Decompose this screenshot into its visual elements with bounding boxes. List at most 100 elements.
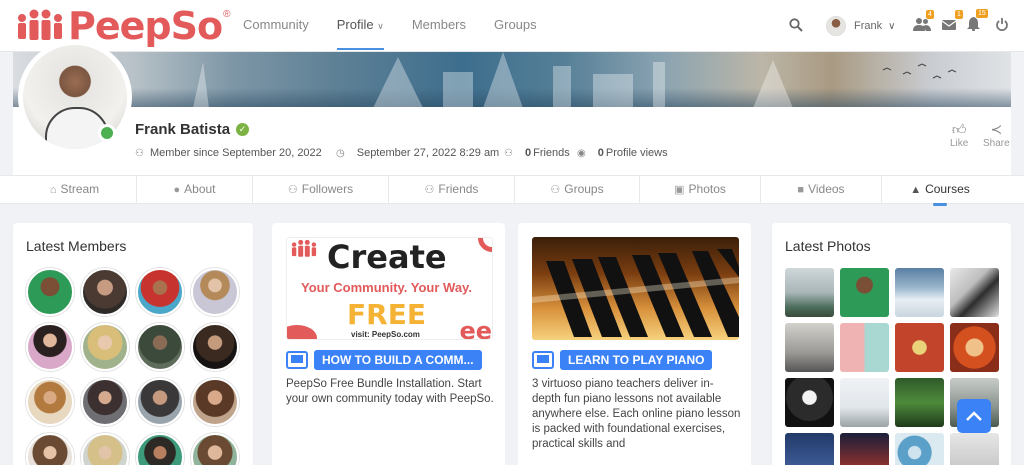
logo-text: PeepSo [68,4,223,48]
tab-photos-label: Photos [688,182,726,196]
tab-courses-label: Courses [925,182,970,196]
tab-stream-label: Stream [60,182,100,196]
user-circle-icon: ● [173,184,181,196]
photo-thumbnail[interactable] [895,323,944,372]
photo-thumbnail[interactable] [950,268,999,317]
tab-stream[interactable]: ⌂ Stream [13,176,137,204]
photo-thumbnail[interactable] [840,433,889,465]
search-icon[interactable] [789,18,803,32]
users-icon: ⚇ [504,147,513,159]
chevron-down-icon: ∨ [888,20,896,32]
member-avatar[interactable] [26,378,74,426]
member-avatar[interactable] [136,323,184,371]
member-avatar[interactable] [26,433,74,465]
member-avatar[interactable] [26,323,74,371]
tab-about[interactable]: ● About [137,176,253,204]
photo-thumbnail[interactable] [785,268,834,317]
photo-thumbnail[interactable] [950,323,999,372]
member-avatar[interactable] [191,378,239,426]
photo-thumbnail[interactable] [840,378,889,427]
tab-videos-label: Videos [808,182,845,196]
member-avatar[interactable] [81,268,129,316]
tab-friends[interactable]: ⚇ Friends [389,176,515,204]
groups-icon: ⚇ [550,184,561,196]
profile-name: Frank Batista [135,121,231,138]
tab-courses[interactable]: ▲ Courses [882,176,998,206]
member-since-text: Member since September 20, 2022 [149,147,322,159]
member-avatar[interactable] [191,433,239,465]
messages-badge: 1 [955,10,963,19]
online-status-dot [98,124,116,142]
cover-photo [13,52,1011,108]
share-button[interactable]: ≺ Share [983,121,1010,149]
decor-arc [287,325,317,339]
photo-thumbnail[interactable] [950,433,999,465]
tab-groups-label: Groups [564,182,604,196]
course-tag-label: HOW TO BUILD A COMM... [314,350,482,370]
member-avatar[interactable] [26,268,74,316]
like-button[interactable]: 👍︎ Like [950,121,968,149]
laptop-icon [286,351,308,369]
thumbs-up-icon: 👍︎ [951,121,967,137]
course-thumbnail[interactable]: Create Your Community. Your Way. FREE vi… [286,237,493,340]
last-online: ◷ September 27, 2022 8:29 am [336,147,499,159]
verified-check-icon: ✓ [236,123,249,136]
member-since: ⚇ Member since September 20, 2022 [135,147,322,159]
decor-arc [478,238,492,252]
profile-tabs: ⌂ Stream ● About ⚇ Followers ⚇ Friends ⚇ Grou… [0,175,1024,206]
member-avatar[interactable] [191,323,239,371]
friends-count[interactable]: ⚇ 0 Friends [504,147,570,159]
course-card[interactable]: LEARN TO PLAY PIANO 3 virtuoso piano tea… [518,223,751,465]
photo-thumbnail[interactable] [785,323,834,372]
scroll-to-top-button[interactable] [957,399,991,433]
member-avatar[interactable] [81,323,129,371]
peepso-logo[interactable]: PeepSo ® [14,6,230,46]
photo-thumbnail[interactable] [840,268,889,317]
user-plus-icon: ⚇ [135,147,144,159]
thumbnail-subtitle: Your Community. Your Way. [301,280,472,295]
thumbnail-title: Create [327,238,447,276]
profile-views-value: 0 [597,147,604,159]
nav-groups[interactable]: Groups [494,0,537,52]
users-icon: ⚇ [424,184,435,196]
nav-profile[interactable]: Profile ∨ [336,0,384,52]
photo-thumbnail[interactable] [895,268,944,317]
user-menu[interactable]: Frank ∨ [826,15,895,37]
member-avatar[interactable] [191,268,239,316]
video-icon: ■ [797,184,805,196]
tab-photos[interactable]: ▣ Photos [640,176,761,204]
messages-notification[interactable]: 1 [941,10,963,31]
nav-members[interactable]: Members [412,0,466,52]
photo-thumbnail[interactable] [785,378,834,427]
nav-profile-label: Profile [336,17,374,32]
tab-about-label: About [184,182,216,196]
notifications-badge: 15 [976,9,988,18]
member-avatar[interactable] [136,433,184,465]
tab-followers[interactable]: ⚇ Followers [253,176,389,204]
tab-videos[interactable]: ■ Videos [761,176,882,204]
member-avatar[interactable] [136,268,184,316]
latest-photos-title: Latest Photos [785,238,871,254]
course-card[interactable]: Create Your Community. Your Way. FREE vi… [272,223,505,465]
member-avatar[interactable] [81,433,129,465]
member-avatar[interactable] [81,378,129,426]
photo-thumbnail[interactable] [895,433,944,465]
photo-thumbnail[interactable] [840,323,889,372]
home-icon: ⌂ [49,184,57,196]
course-tag[interactable]: LEARN TO PLAY PIANO [532,350,713,370]
share-label: Share [983,138,1010,149]
latest-members-widget: Latest Members [13,223,253,465]
friends-count-label: Friends [533,147,570,159]
notifications-bell[interactable]: 15 [967,9,988,32]
tab-groups[interactable]: ⚇ Groups [515,176,640,204]
profile-header-card [13,107,1011,175]
photo-thumbnail[interactable] [895,378,944,427]
friends-notification[interactable]: 4 [913,10,934,33]
power-icon[interactable] [996,18,1008,31]
member-avatar[interactable] [136,378,184,426]
thumbnail-free: FREE [347,298,426,331]
course-thumbnail[interactable] [532,237,739,340]
course-tag[interactable]: HOW TO BUILD A COMM... [286,350,482,370]
nav-community[interactable]: Community [243,0,309,52]
photo-thumbnail[interactable] [785,433,834,465]
